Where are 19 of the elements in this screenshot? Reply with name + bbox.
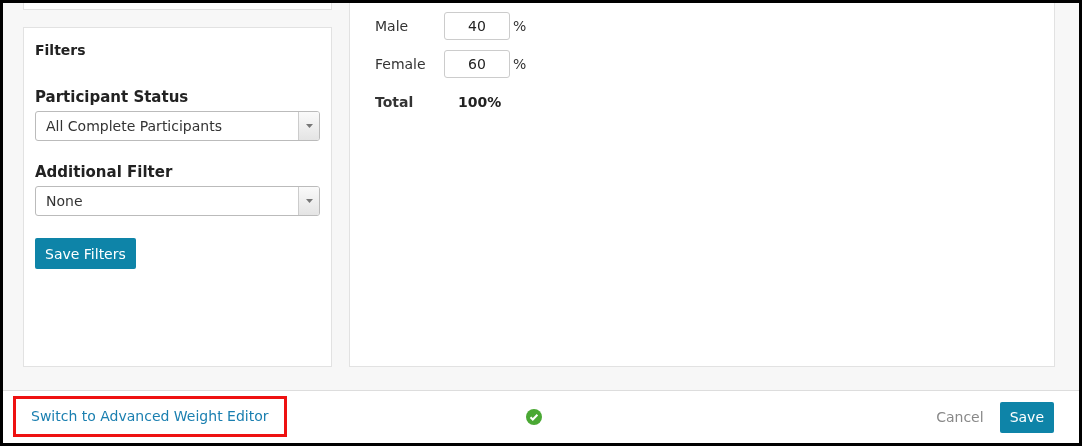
total-value: 100% xyxy=(458,94,502,110)
unit-label: % xyxy=(513,56,527,72)
unit-label: % xyxy=(513,18,527,34)
field-label: Additional Filter xyxy=(35,163,174,181)
weight-input[interactable]: 60 xyxy=(444,50,510,78)
save-filters-button[interactable]: Save Filters xyxy=(35,238,136,269)
field-label: Participant Status xyxy=(35,88,190,106)
select-field[interactable]: All Complete Participants xyxy=(35,111,320,141)
save-button[interactable]: Save xyxy=(999,401,1054,433)
select-field[interactable]: None xyxy=(35,186,320,216)
cancel-link[interactable]: Cancel xyxy=(936,409,984,425)
caret-icon xyxy=(305,124,313,128)
filters-title: Filters xyxy=(35,42,87,58)
weight-label: Male xyxy=(375,18,410,34)
advanced-editor-link[interactable]: Switch to Advanced Weight Editor xyxy=(13,395,287,437)
total-label: Total xyxy=(375,94,415,110)
weight-label: Female xyxy=(375,56,427,72)
weight-input[interactable]: 40 xyxy=(444,12,510,40)
caret-icon xyxy=(305,199,313,203)
